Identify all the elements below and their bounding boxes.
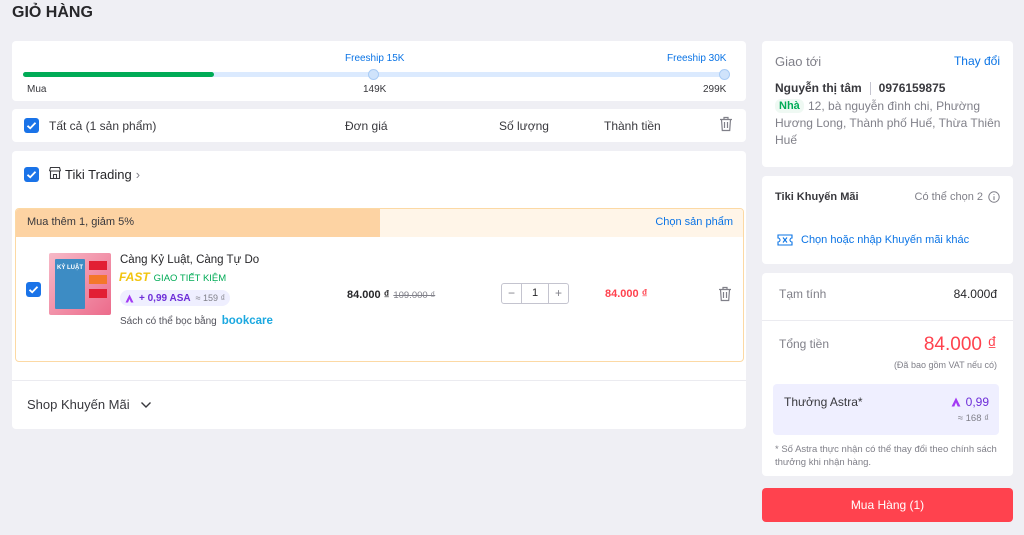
shop-promo-toggle[interactable]: Shop Khuyến Mãi [27,397,152,412]
cover-title: KỶ LUẬT [57,265,83,271]
cover-badge-1 [89,261,107,270]
subtotal-value: 84.000đ [953,287,997,301]
page-title: GIỎ HÀNG [12,4,93,21]
tiki-promo-card: Tiki Khuyến Mãi Có thể chọn 2 Chọn hoặc … [762,176,1013,264]
shop-icon [48,166,62,180]
increase-qty-button[interactable]: + [548,284,568,303]
astra-amount: + 0,99 ASA [139,292,191,304]
address-text: 12, bà nguyễn đình chi, Phường Hương Lon… [775,99,1001,147]
shipping-line: FAST GIAO TIẾT KIỆM [119,270,226,284]
select-all-label: Tất cả (1 sản phẩm) [49,119,157,133]
bookcare-note-text: Sách có thể bọc bằng [120,315,217,327]
delete-item-trash-icon[interactable] [718,286,732,302]
col-quantity: Số lượng [499,119,549,133]
astra-reward-line: 0,99 [951,395,989,409]
promo-code-link-text: Chọn hoặc nhập Khuyến mãi khác [801,234,970,246]
subtotal-label: Tạm tính [779,287,827,301]
milestone-149k-marker [368,69,379,80]
delivery-card: Giao tới Thay đổi Nguyễn thị tâm 0976159… [762,41,1013,167]
recipient-divider [869,81,871,95]
milestone-1-bottom: 149K [363,84,387,95]
cart-header-row: Tất cả (1 sản phẩm) Đơn giá Số lượng Thà… [12,109,746,142]
astra-reward-approx: ≈ 168 ₫ [957,413,989,424]
astra-icon [125,294,134,302]
freeship-progress-card: Freeship 15K Freeship 30K Mua 149K 299K [12,41,746,101]
coupon-icon [777,234,793,246]
promo-code-link[interactable]: Chọn hoặc nhập Khuyến mãi khác [777,234,969,246]
decrease-qty-button[interactable]: − [502,284,522,303]
tiki-promo-title: Tiki Khuyến Mãi [775,191,859,203]
cover-badge-2 [89,275,107,284]
seller-name: Tiki Trading [65,167,132,182]
select-all-checkbox[interactable] [24,118,39,133]
milestone-2-top: Freeship 30K [667,53,727,64]
tiki-promo-choose: Có thể chọn 2 [915,191,1001,203]
astra-reward-value: 0,99 [965,395,989,409]
total-value: 84.000 ₫ [923,334,997,355]
choose-product-link[interactable]: Chọn sản phẩm [655,216,733,228]
promo-choose-count: Có thể chọn 2 [914,191,984,203]
milestone-299k-marker [719,69,730,80]
astra-reward-box: Thưởng Astra* 0,99 ≈ 168 ₫ [773,384,999,435]
item-block: Mua thêm 1, giảm 5% Chọn sản phẩm KỶ LUẬ… [15,208,744,362]
astra-disclaimer: * Số Astra thực nhận có thể thay đổi the… [775,444,997,468]
change-address-link[interactable]: Thay đổi [954,54,1000,68]
shipping-label: GIAO TIẾT KIỆM [153,273,227,284]
astra-icon [951,397,961,407]
order-summary-card: Tạm tính 84.000đ Tổng tiền 84.000 ₫ (Đã … [762,273,1013,476]
shop-promo-label: Shop Khuyến Mãi [27,397,130,412]
cover-badge-3 [89,289,107,298]
line-total: 84.000 ₫ [605,288,648,300]
astra-chip: + 0,99 ASA ≈ 159 ₫ [120,290,231,306]
cover-art: KỶ LUẬT [55,259,85,309]
unit-price: 84.000 ₫ [347,289,390,301]
info-icon[interactable] [988,191,1000,203]
item-checkbox[interactable] [26,282,41,297]
quantity-stepper: − 1 + [501,283,569,304]
recipient-name: Nguyễn thị tâm [775,81,862,95]
promo-progress-bar: Mua thêm 1, giảm 5% Chọn sản phẩm [16,209,743,237]
astra-reward-label: Thưởng Astra* [784,395,863,409]
col-total: Thành tiền [604,119,661,133]
promo-text: Mua thêm 1, giảm 5% [27,216,134,228]
milestone-2-bottom: 299K [703,84,727,95]
total-label: Tổng tiền [779,337,830,351]
col-unit-price: Đơn giá [345,119,388,133]
delete-all-trash-icon[interactable] [719,116,733,132]
progress-fill [23,72,214,77]
summary-divider [762,320,1013,321]
fast-badge: FAST [119,270,150,284]
quantity-input[interactable]: 1 [522,284,548,303]
recipient-line: Nguyễn thị tâm 0976159875 [775,81,945,95]
bookcare-note: Sách có thể bọc bằng bookcare [120,315,273,327]
product-image[interactable]: KỶ LUẬT [49,253,111,315]
recipient-phone: 0976159875 [878,81,946,95]
seller-link[interactable]: Tiki Trading › [65,167,140,182]
checkout-button[interactable]: Mua Hàng (1) [762,488,1013,522]
milestone-0-bottom: Mua [27,84,47,95]
vat-note: (Đã bao gồm VAT nếu có) [893,360,997,370]
old-price: 109.000 ₫ [393,290,436,301]
product-name[interactable]: Càng Kỷ Luật, Càng Tự Do [120,254,259,266]
seller-checkbox[interactable] [24,167,39,182]
chevron-down-icon [140,401,151,408]
seller-card: Tiki Trading › Mua thêm 1, giảm 5% Chọn … [12,151,746,429]
delivery-label: Giao tới [775,54,822,69]
seller-chevron-icon: › [135,167,141,182]
milestone-1-top: Freeship 15K [345,53,405,64]
divider [12,380,746,381]
bookcare-logo: bookcare [221,315,273,327]
astra-approx: ≈ 159 ₫ [195,293,226,303]
unit-price-group: 84.000 ₫ 109.000 ₫ [347,289,435,301]
